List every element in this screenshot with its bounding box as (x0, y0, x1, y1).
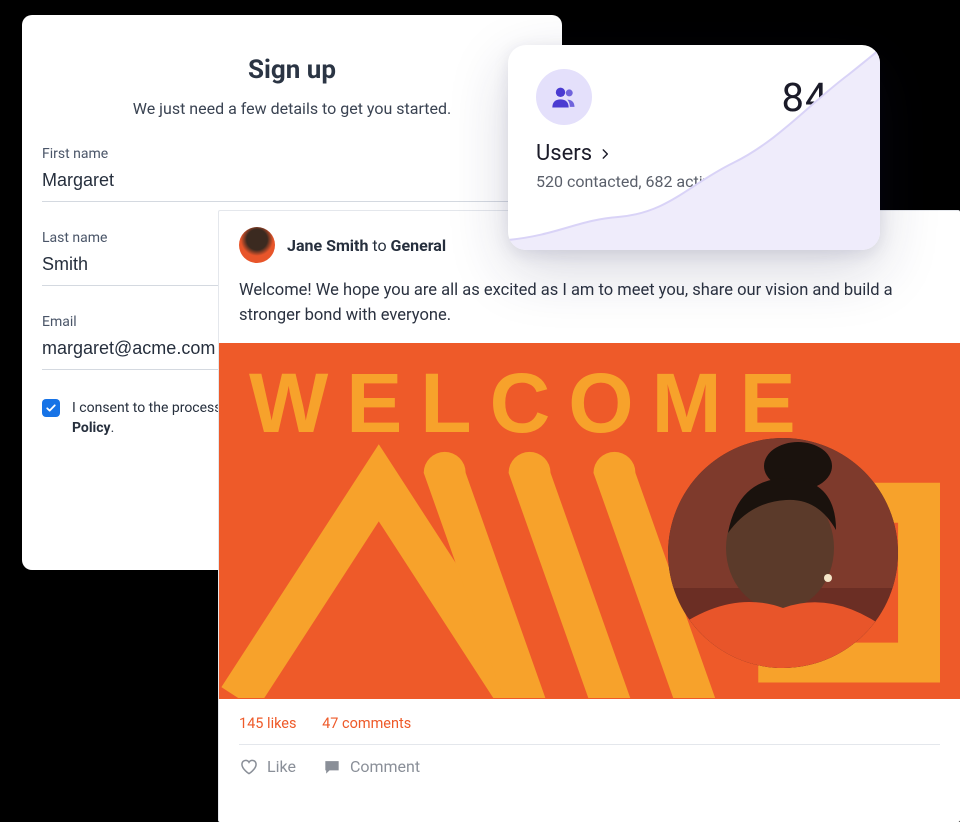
consent-text: I consent to the processing Policy. (72, 398, 241, 439)
post-channel[interactable]: General (391, 236, 447, 255)
post-hero: WELCOME (219, 343, 960, 699)
like-label: Like (267, 757, 296, 776)
signup-title: Sign up (42, 55, 542, 85)
stats-value: 846 (782, 74, 852, 121)
stats-subtext: 520 contacted, 682 activated (508, 166, 880, 191)
consent-prefix: I consent to the processing (72, 400, 241, 416)
stats-label-row[interactable]: Users (508, 129, 880, 166)
post-actions: Like Comment (219, 745, 960, 777)
likes-count[interactable]: 145 likes (239, 715, 296, 732)
consent-checkbox[interactable] (42, 399, 60, 417)
hero-title: WELCOME (249, 355, 814, 452)
stats-label: Users (536, 141, 592, 166)
consent-policy-link[interactable]: Policy (72, 420, 111, 436)
first-name-label: First name (42, 146, 542, 162)
comment-icon (322, 757, 342, 777)
avatar[interactable] (239, 227, 275, 263)
post-body: Welcome! We hope you are all as excited … (219, 273, 960, 343)
hero-photo (668, 438, 898, 668)
people-icon (550, 83, 578, 111)
heart-icon (239, 757, 259, 777)
stats-card: 846 Users 520 contacted, 682 activated (508, 45, 880, 250)
consent-suffix: . (111, 420, 115, 436)
check-icon (45, 402, 57, 414)
post-stats: 145 likes 47 comments (219, 699, 960, 744)
post-card: Jane Smith to General Welcome! We hope y… (218, 210, 960, 822)
chevron-right-icon (598, 147, 612, 161)
first-name-field: First name (42, 146, 542, 202)
comments-count[interactable]: 47 comments (322, 715, 411, 732)
like-button[interactable]: Like (239, 757, 296, 777)
comment-button[interactable]: Comment (322, 757, 420, 777)
post-author-name[interactable]: Jane Smith (287, 236, 368, 255)
comment-label: Comment (350, 757, 420, 776)
post-to-word: to (372, 236, 386, 255)
users-icon (536, 69, 592, 125)
person-icon (668, 438, 898, 668)
signup-subtitle: We just need a few details to get you st… (42, 99, 542, 118)
post-author-line: Jane Smith to General (287, 236, 446, 255)
first-name-input[interactable] (42, 162, 542, 202)
